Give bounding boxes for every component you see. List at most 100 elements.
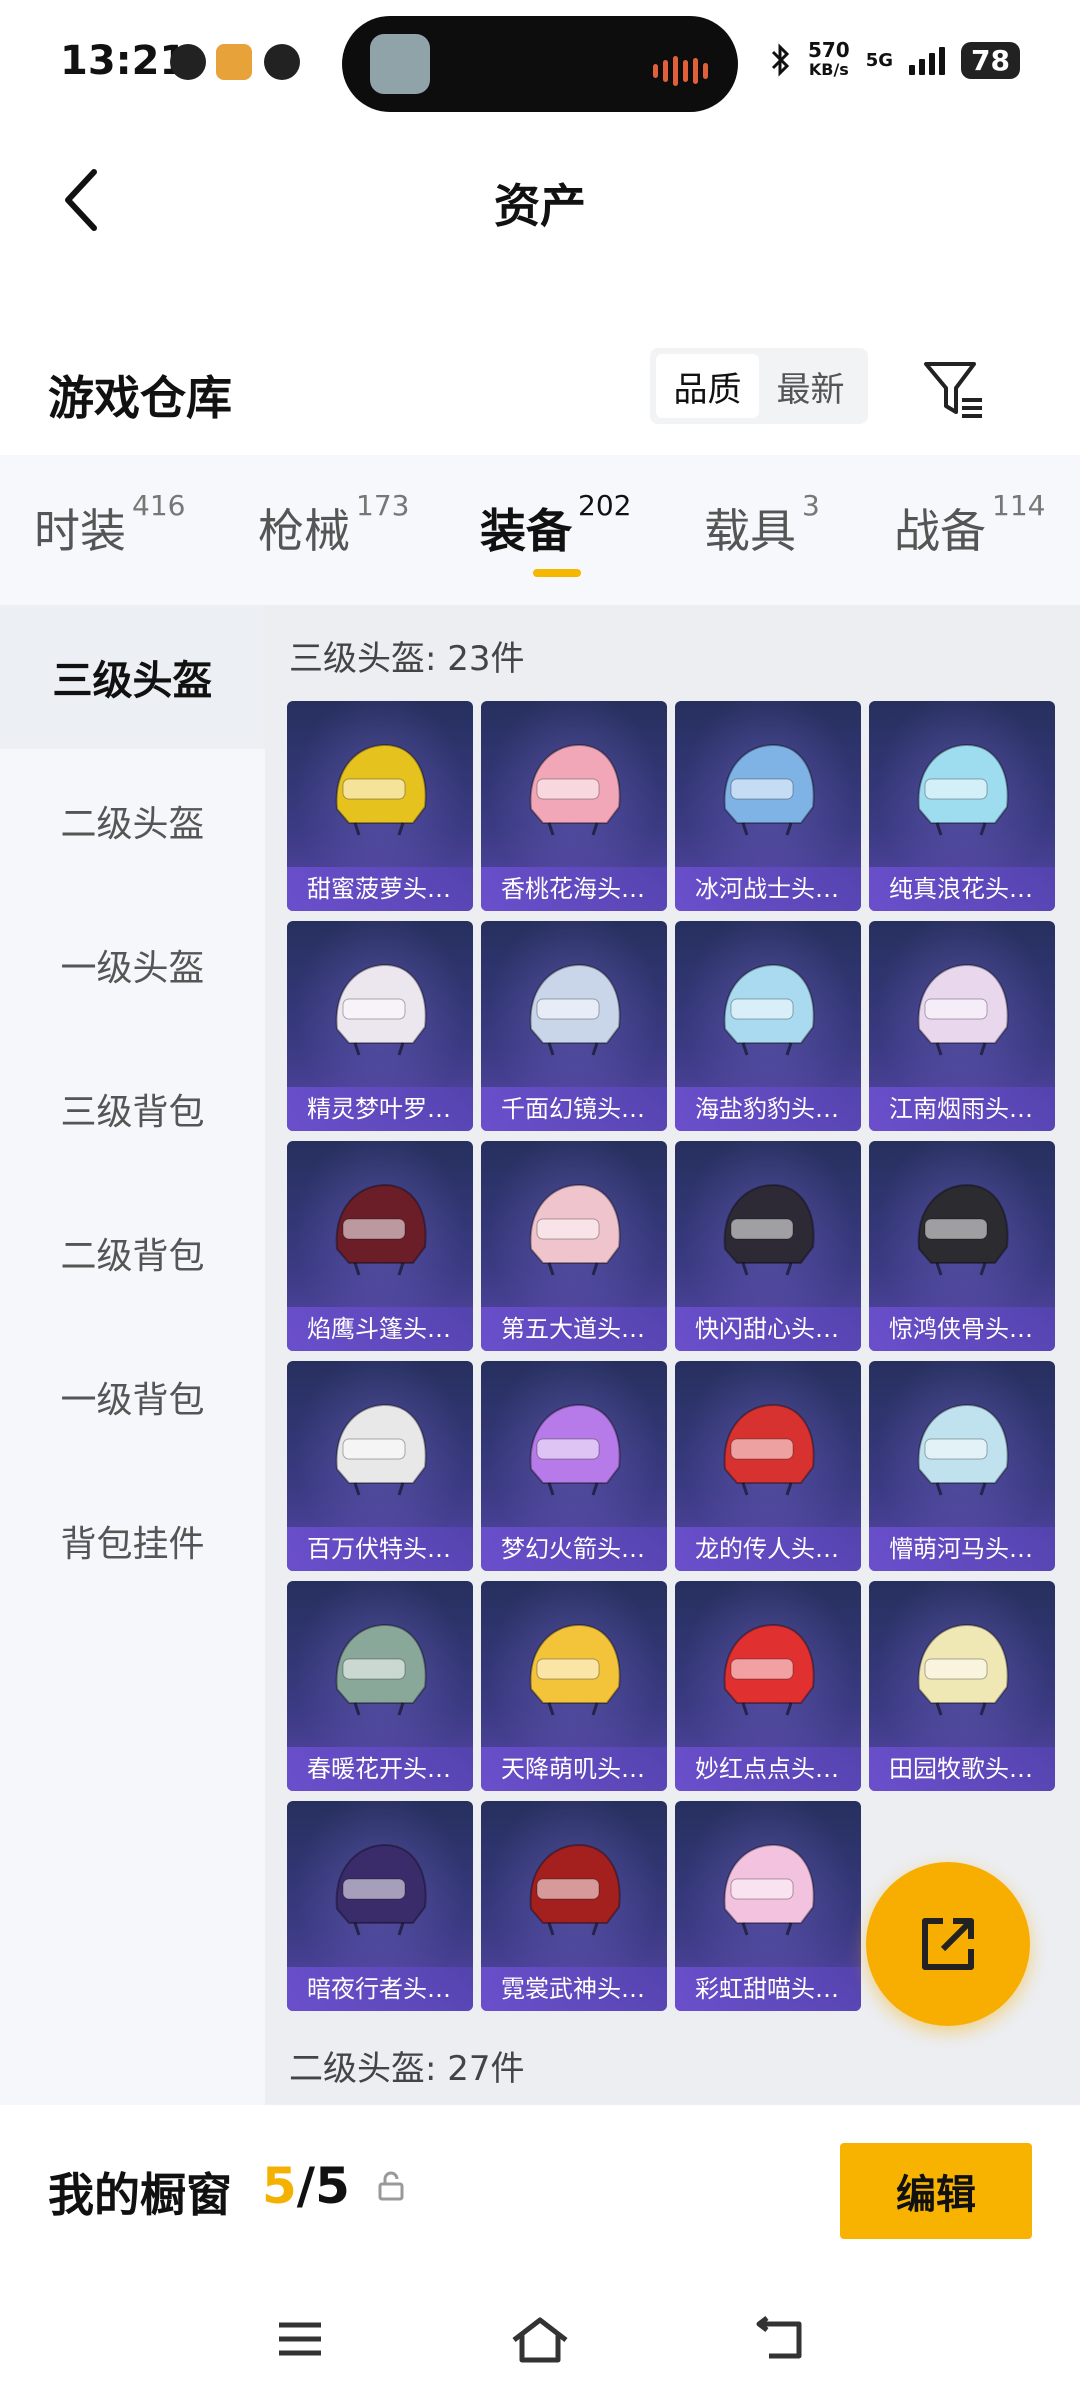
item-name: 妙红点点头…: [675, 1747, 861, 1791]
item-name: 江南烟雨头…: [869, 1087, 1055, 1131]
item-card[interactable]: 第五大道头…: [481, 1141, 667, 1351]
item-name: 春暖花开头…: [287, 1747, 473, 1791]
item-name: 百万伏特头…: [287, 1527, 473, 1571]
item-name: 霓裳武神头…: [481, 1967, 667, 2011]
item-card[interactable]: 海盐豹豹头…: [675, 921, 861, 1131]
category-tabs: 时装 416 枪械 173 装备 202 载具 3 战备 114: [0, 455, 1080, 605]
item-name: 甜蜜菠萝头…: [287, 867, 473, 911]
item-card[interactable]: 田园牧歌头…: [869, 1581, 1055, 1791]
back-nav-button[interactable]: [740, 2304, 820, 2374]
top-nav: 资产: [0, 130, 1080, 270]
item-card[interactable]: 懵萌河马头…: [869, 1361, 1055, 1571]
bluetooth-icon: [771, 43, 790, 77]
item-card[interactable]: 香桃花海头…: [481, 701, 667, 911]
sidebar-item-level2-backpack[interactable]: 二级背包: [0, 1181, 265, 1325]
helmet-icon: [335, 1843, 427, 1936]
item-card[interactable]: 妙红点点头…: [675, 1581, 861, 1791]
status-time: 13:21: [60, 38, 188, 84]
tab-label: 战备: [894, 504, 986, 558]
status-bar: 13:21 570 KB/s 5G 78: [0, 0, 1080, 130]
tab-equipment[interactable]: 装备 202: [480, 489, 631, 561]
tab-supplies[interactable]: 战备 114: [894, 489, 1045, 561]
item-card[interactable]: 纯真浪花头…: [869, 701, 1055, 911]
item-card[interactable]: 精灵梦叶罗…: [287, 921, 473, 1131]
item-card[interactable]: 梦幻火箭头…: [481, 1361, 667, 1571]
edit-button[interactable]: 编辑: [840, 2143, 1032, 2239]
helmet-icon: [917, 1623, 1009, 1716]
item-card[interactable]: 彩虹甜喵头…: [675, 1801, 861, 2011]
item-card[interactable]: 天降萌叽头…: [481, 1581, 667, 1791]
item-name: 第五大道头…: [481, 1307, 667, 1351]
item-card[interactable]: 暗夜行者头…: [287, 1801, 473, 2011]
item-name: 精灵梦叶罗…: [287, 1087, 473, 1131]
tab-count: 173: [356, 489, 410, 522]
section-title: 三级头盔: 23件: [289, 639, 525, 679]
open-external-button[interactable]: [866, 1862, 1030, 2026]
tab-weapons[interactable]: 枪械 173: [258, 489, 409, 561]
item-name: 惊鸿侠骨头…: [869, 1307, 1055, 1351]
helmet-icon: [529, 1843, 621, 1936]
net-speed-unit: KB/s: [808, 60, 849, 79]
showcase-count: 5/5: [262, 2157, 350, 2215]
item-name: 懵萌河马头…: [869, 1527, 1055, 1571]
section-title: 二级头盔: 27件: [289, 2049, 525, 2089]
menu-button[interactable]: [260, 2304, 340, 2374]
item-card[interactable]: 百万伏特头…: [287, 1361, 473, 1571]
item-card[interactable]: 霓裳武神头…: [481, 1801, 667, 2011]
filter-icon: [924, 362, 982, 418]
helmet-icon: [529, 963, 621, 1056]
signal-icon: [909, 45, 946, 75]
sort-toggle: 品质 最新: [650, 348, 868, 424]
sort-newest-button[interactable]: 最新: [759, 354, 862, 418]
battery-icon: 78: [961, 41, 1020, 79]
item-card[interactable]: 快闪甜心头…: [675, 1141, 861, 1351]
home-icon: [512, 2317, 568, 2363]
item-card[interactable]: 惊鸿侠骨头…: [869, 1141, 1055, 1351]
item-card[interactable]: 江南烟雨头…: [869, 921, 1055, 1131]
net-speed-value: 570: [807, 38, 850, 62]
item-card[interactable]: 冰河战士头…: [675, 701, 861, 911]
item-name: 纯真浪花头…: [869, 867, 1055, 911]
warehouse-header: 游戏仓库 品质 最新: [0, 330, 1080, 450]
showcase-label: 我的橱窗: [48, 2168, 232, 2222]
item-name: 焰鹰斗篷头…: [287, 1307, 473, 1351]
tab-vehicles[interactable]: 载具 3: [704, 489, 820, 561]
item-name: 冰河战士头…: [675, 867, 861, 911]
sort-quality-button[interactable]: 品质: [656, 354, 759, 418]
filter-button[interactable]: [918, 354, 988, 424]
sidebar-item-level3-helmet[interactable]: 三级头盔: [0, 605, 265, 749]
home-button[interactable]: [500, 2304, 580, 2374]
sidebar-item-level1-backpack[interactable]: 一级背包: [0, 1325, 265, 1469]
helmet-icon: [723, 743, 815, 836]
sidebar-item-backpack-charm[interactable]: 背包挂件: [0, 1469, 265, 1613]
helmet-icon: [335, 1623, 427, 1716]
item-name: 海盐豹豹头…: [675, 1087, 861, 1131]
network-type: 5G: [865, 49, 894, 71]
item-card[interactable]: 龙的传人头…: [675, 1361, 861, 1571]
tab-label: 载具: [704, 504, 796, 558]
item-card[interactable]: 甜蜜菠萝头…: [287, 701, 473, 911]
tab-label: 装备: [480, 504, 572, 558]
item-card[interactable]: 春暖花开头…: [287, 1581, 473, 1791]
showcase-current: 5: [262, 2157, 297, 2215]
helmet-icon: [917, 1403, 1009, 1496]
item-card[interactable]: 千面幻镜头…: [481, 921, 667, 1131]
helmet-icon: [529, 1183, 621, 1276]
lock-icon: [376, 2171, 406, 2201]
item-card[interactable]: 焰鹰斗篷头…: [287, 1141, 473, 1351]
media-thumbnail: [370, 34, 430, 94]
helmet-icon: [723, 1623, 815, 1716]
tab-fashion[interactable]: 时装 416: [34, 489, 185, 561]
sidebar-item-level2-helmet[interactable]: 二级头盔: [0, 749, 265, 893]
dynamic-island[interactable]: [342, 16, 738, 112]
showcase-bar: 我的橱窗 5/5 编辑: [0, 2105, 1080, 2280]
wechat-icon: [264, 44, 300, 80]
sidebar-item-level1-helmet[interactable]: 一级头盔: [0, 893, 265, 1037]
showcase-total: 5: [315, 2157, 350, 2215]
tab-count: 202: [578, 489, 632, 522]
helmet-icon: [917, 963, 1009, 1056]
active-tab-indicator: [533, 569, 581, 577]
sidebar-item-level3-backpack[interactable]: 三级背包: [0, 1037, 265, 1181]
page-title: 资产: [494, 179, 586, 233]
helmet-icon: [335, 1183, 427, 1276]
